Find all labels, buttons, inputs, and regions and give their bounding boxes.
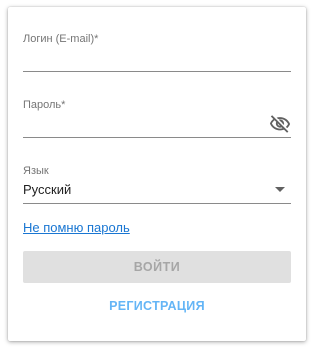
login-card: Логин (E-mail)* Пароль* Язык Русский Не … [8, 7, 306, 341]
login-label: Логин (E-mail)* [23, 33, 99, 45]
password-underline [23, 137, 291, 138]
eye-off-icon[interactable] [269, 113, 291, 135]
password-field: Пароль* [23, 97, 291, 139]
language-label: Язык [23, 165, 49, 177]
login-field: Логин (E-mail)* [23, 31, 291, 73]
language-field: Язык Русский [23, 165, 291, 207]
password-label: Пароль* [23, 99, 66, 111]
forgot-password-link[interactable]: Не помню пароль [23, 220, 130, 235]
login-underline [23, 71, 291, 72]
caret-down-icon [275, 187, 285, 192]
login-button[interactable]: ВОЙТИ [23, 251, 291, 283]
language-underline [23, 203, 291, 204]
register-button[interactable]: РЕГИСТРАЦИЯ [23, 291, 291, 321]
login-input[interactable] [23, 51, 263, 71]
password-input[interactable] [23, 117, 263, 137]
language-selected-value: Русский [23, 182, 72, 197]
